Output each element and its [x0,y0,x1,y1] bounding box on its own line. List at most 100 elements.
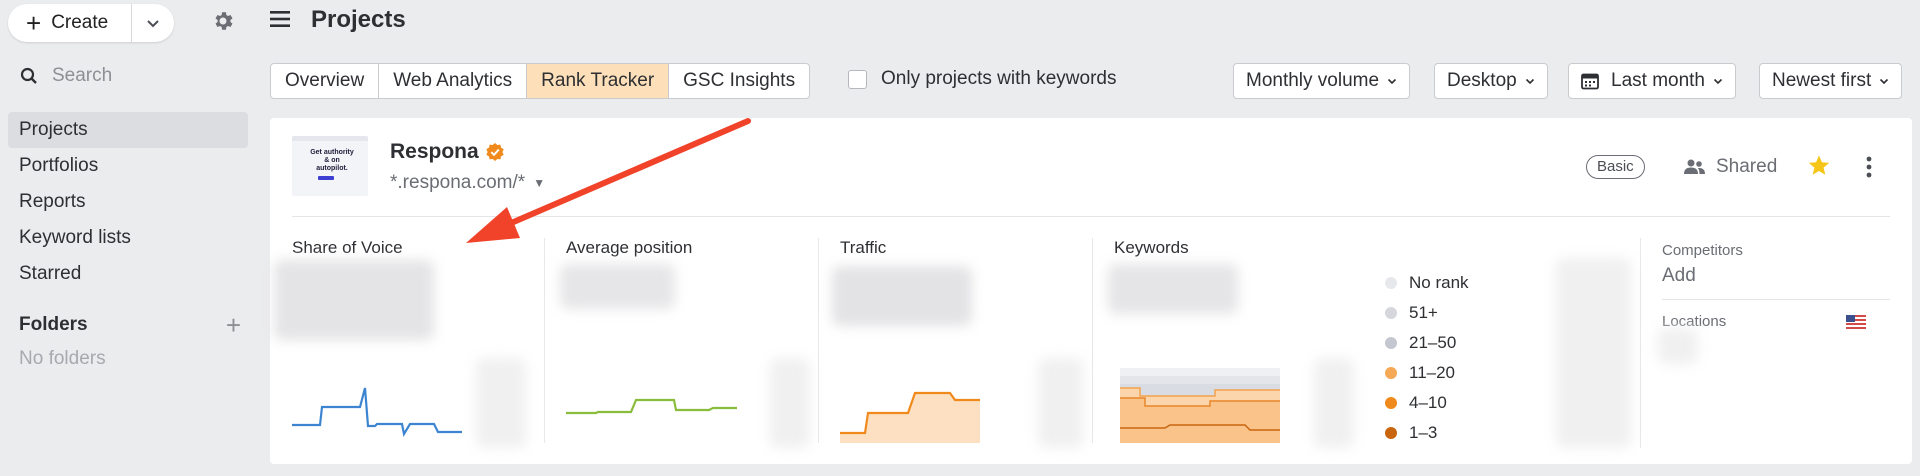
users-icon [1684,159,1705,174]
legend-item: 1–3 [1385,418,1469,448]
blurred-value [560,264,675,309]
shared-button[interactable]: Shared [1684,156,1777,178]
sidebar-item-keyword-lists[interactable]: Keyword lists [8,220,248,256]
view-tabs: Overview Web Analytics Rank Tracker GSC … [270,63,811,99]
star-icon[interactable] [1807,154,1831,178]
metric-divider [818,238,819,443]
chevron-down-icon [147,19,159,27]
legend-dot [1385,367,1397,379]
chevron-down-icon [1387,78,1397,84]
legend-dot [1385,427,1397,439]
keywords-label: Keywords [1114,238,1189,257]
device-dropdown[interactable]: Desktop [1434,63,1548,99]
legend-label: 21–50 [1409,333,1457,352]
caret-down-icon: ▼ [533,176,546,190]
only-keywords-filter[interactable]: Only projects with keywords [848,68,1116,90]
plus-icon: + [26,8,42,38]
create-dropdown-button[interactable] [132,4,174,42]
search-icon [20,67,37,84]
share-of-voice-label: Share of Voice [292,238,403,257]
metric-divider [544,238,545,443]
blurred-value [1108,264,1238,314]
shared-label: Shared [1716,156,1778,177]
volume-dropdown-label: Monthly volume [1246,70,1380,91]
average-position-label: Average position [566,238,693,257]
sidebar-item-starred[interactable]: Starred [8,256,248,292]
date-range-label: Last month [1611,70,1705,91]
card-divider [292,216,1890,217]
more-options-icon[interactable] [1866,156,1872,178]
metric-divider [1640,238,1641,448]
blurred-change [770,358,810,448]
share-of-voice-sparkline [292,387,462,438]
sidebar: + Create Search Projects Portfolios Repo… [0,0,262,476]
menu-icon[interactable] [270,10,290,28]
average-position-sparkline [566,398,737,415]
tab-web-analytics[interactable]: Web Analytics [379,64,528,98]
legend-label: No rank [1409,273,1469,292]
blurred-locations [1658,328,1698,364]
folders-header: Folders + [19,312,241,338]
only-keywords-label: Only projects with keywords [881,68,1117,89]
sidebar-item-reports[interactable]: Reports [8,184,248,220]
tab-gsc-insights[interactable]: GSC Insights [669,64,809,98]
sort-dropdown[interactable]: Newest first [1759,63,1903,99]
metric-divider [1092,238,1093,443]
legend-label: 11–20 [1409,363,1456,382]
blurred-keyword-counts [1556,258,1631,448]
sidebar-item-portfolios[interactable]: Portfolios [8,148,248,184]
volume-dropdown[interactable]: Monthly volume [1233,63,1411,99]
project-card: Get authority & on autopilot. Respona *.… [270,118,1912,464]
tab-rank-tracker[interactable]: Rank Tracker [527,64,670,98]
calendar-icon [1581,73,1599,90]
legend-item: 21–50 [1385,328,1469,358]
blurred-change [476,358,526,448]
legend-item: No rank [1385,268,1469,298]
traffic-label: Traffic [840,238,887,257]
date-range-dropdown[interactable]: Last month [1568,63,1736,99]
project-name-row: Respona [390,140,505,164]
blurred-change [1314,358,1354,448]
keywords-stacked-chart [1120,368,1280,443]
add-folder-icon[interactable]: + [226,312,241,338]
sort-dropdown-label: Newest first [1772,70,1872,91]
project-url-row[interactable]: *.respona.com/* ▼ [390,172,545,194]
chevron-down-icon [1525,78,1534,84]
blurred-value [274,260,434,340]
legend-label: 1–3 [1409,423,1438,442]
legend-label: 51+ [1409,303,1438,322]
sidebar-item-projects[interactable]: Projects [8,112,248,148]
legend-dot [1385,277,1397,289]
side-divider [1662,299,1890,300]
device-dropdown-label: Desktop [1447,70,1517,91]
sidebar-nav: Projects Portfolios Reports Keyword list… [8,112,248,292]
legend-dot [1385,307,1397,319]
traffic-sparkline [840,391,980,443]
blurred-value [832,266,972,326]
keywords-legend: No rank 51+ 21–50 11–20 4–10 1–3 [1385,268,1469,448]
gear-icon[interactable] [211,9,235,33]
verified-badge-icon [485,143,504,161]
search-input[interactable]: Search [20,65,112,87]
page-title: Projects [311,6,406,33]
only-keywords-checkbox[interactable] [848,69,867,89]
folders-label: Folders [19,314,88,335]
project-thumbnail[interactable]: Get authority & on autopilot. [292,136,368,196]
project-url: *.respona.com/* [390,172,526,193]
tab-overview[interactable]: Overview [271,64,380,98]
us-flag-icon [1846,315,1866,329]
blurred-change [1038,358,1083,448]
competitors-label: Competitors [1662,242,1743,259]
search-placeholder: Search [52,65,113,86]
legend-dot [1385,397,1397,409]
create-button-group: + Create [8,4,174,42]
plan-badge: Basic [1586,155,1645,179]
legend-item: 4–10 [1385,388,1469,418]
chevron-down-icon [1880,78,1889,84]
project-name[interactable]: Respona [390,140,479,164]
legend-item: 11–20 [1385,358,1469,388]
legend-item: 51+ [1385,298,1469,328]
create-label: Create [51,12,109,33]
add-competitor-link[interactable]: Add [1662,265,1696,287]
create-button[interactable]: + Create [8,4,132,42]
